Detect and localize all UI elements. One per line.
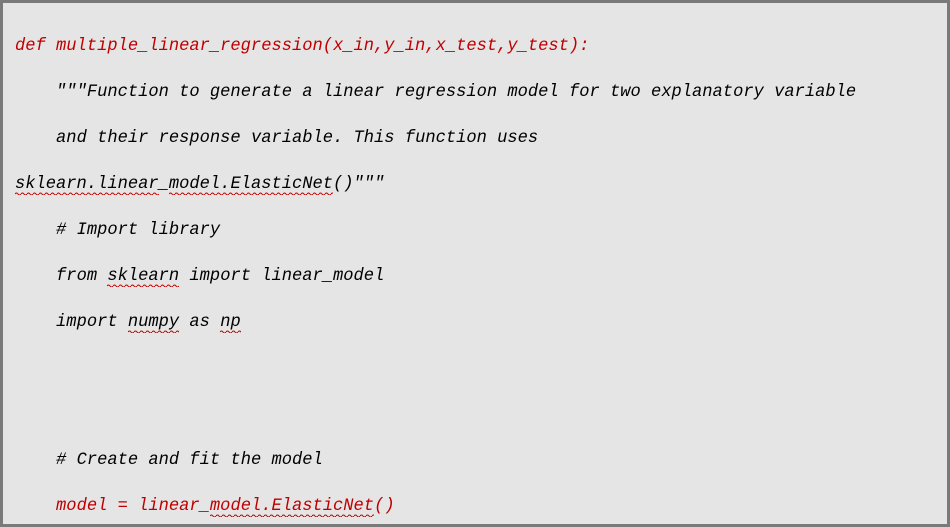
code-line: # Import library	[15, 219, 935, 242]
code-line: model = linear_model.ElasticNet()	[15, 495, 935, 518]
code-line: import numpy as np	[15, 311, 935, 334]
blank-line	[15, 403, 935, 426]
code-line: # Create and fit the model	[15, 449, 935, 472]
blank-line	[15, 357, 935, 380]
code-line: """Function to generate a linear regress…	[15, 81, 935, 104]
code-block: def multiple_linear_regression(x_in,y_in…	[0, 0, 950, 527]
code-line: sklearn.linear_model.ElasticNet()"""	[15, 173, 935, 196]
code-line: def multiple_linear_regression(x_in,y_in…	[15, 35, 935, 58]
code-line: from sklearn import linear_model	[15, 265, 935, 288]
code-line: and their response variable. This functi…	[15, 127, 935, 150]
